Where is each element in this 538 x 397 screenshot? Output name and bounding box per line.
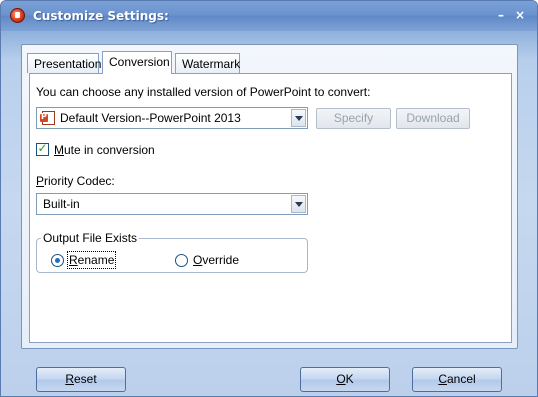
priority-codec-label-rest: riority Codec:: [44, 174, 115, 188]
mute-checkbox[interactable]: ✓: [36, 141, 49, 156]
cancel-mnemonic: C: [438, 372, 447, 386]
cancel-label-rest: ancel: [446, 372, 476, 386]
specify-button[interactable]: Specify: [316, 108, 391, 129]
rename-label[interactable]: Rename: [66, 251, 117, 269]
powerpoint-icon: [40, 111, 55, 125]
priority-codec-value: Built-in: [43, 197, 80, 211]
override-mnemonic: O: [193, 253, 203, 267]
ok-label-rest: K: [345, 372, 354, 386]
ok-mnemonic: O: [336, 372, 346, 386]
reset-label-rest: eset: [73, 372, 97, 386]
mute-label-rest: ute in conversion: [64, 143, 155, 157]
rename-mnemonic: R: [69, 253, 78, 267]
powerpoint-version-value: Default Version--PowerPoint 2013: [60, 111, 241, 125]
reset-button[interactable]: Reset: [36, 367, 126, 392]
output-file-exists-title: Output File Exists: [41, 231, 140, 245]
rename-radio[interactable]: [51, 254, 64, 267]
settings-window: Customize Settings: – × Presentation Con…: [0, 0, 538, 397]
tab-presentation[interactable]: Presentation: [27, 53, 102, 73]
chevron-down-icon[interactable]: [291, 195, 306, 213]
tab-label: Conversion: [109, 55, 170, 69]
priority-codec-label: Priority Codec:: [36, 174, 115, 188]
choose-version-text: You can choose any installed version of …: [36, 85, 371, 99]
checkmark-icon: ✓: [37, 141, 48, 155]
mute-label[interactable]: Mute in conversion: [54, 143, 155, 157]
override-label-rest: verride: [202, 253, 240, 267]
app-icon: [10, 8, 25, 23]
ok-button[interactable]: OK: [300, 367, 390, 392]
override-radio[interactable]: [175, 254, 188, 267]
reset-mnemonic: R: [65, 372, 74, 386]
priority-codec-mnemonic: P: [36, 174, 45, 188]
tab-watermark[interactable]: Watermark: [175, 53, 240, 73]
powerpoint-version-select[interactable]: Default Version--PowerPoint 2013: [36, 107, 308, 129]
radio-selected-dot: [55, 258, 60, 263]
rename-label-rest: ename: [77, 253, 115, 267]
tab-label: Watermark: [182, 57, 241, 71]
download-button[interactable]: Download: [396, 108, 470, 129]
priority-codec-select[interactable]: Built-in: [36, 193, 308, 215]
title-bar[interactable]: Customize Settings: – ×: [1, 1, 537, 31]
cancel-button[interactable]: Cancel: [412, 367, 502, 392]
chevron-down-icon[interactable]: [291, 109, 306, 127]
close-button[interactable]: ×: [512, 7, 528, 23]
tab-label: Presentation: [34, 57, 102, 71]
window-title: Customize Settings:: [33, 9, 169, 23]
minimize-button[interactable]: –: [493, 7, 509, 23]
tab-conversion[interactable]: Conversion: [102, 51, 172, 74]
mute-mnemonic: M: [54, 143, 64, 157]
override-label[interactable]: Override: [193, 253, 239, 267]
